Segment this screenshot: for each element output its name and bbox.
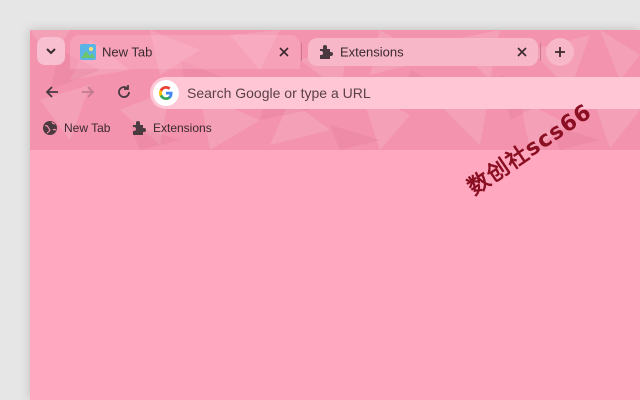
tab-title: Extensions: [340, 44, 404, 60]
tab-extensions[interactable]: Extensions: [308, 38, 538, 66]
browser-window: New Tab Extensions Search Google or type…: [30, 30, 640, 400]
tab-search-button[interactable]: [37, 37, 65, 65]
puzzle-icon: [320, 45, 333, 59]
bookmark-extensions[interactable]: Extensions: [131, 120, 212, 136]
bookmark-new-tab[interactable]: New Tab: [42, 120, 110, 136]
arrow-left-icon: [45, 86, 58, 98]
close-tab-button[interactable]: [276, 44, 292, 60]
reload-button[interactable]: [110, 78, 138, 106]
forward-button[interactable]: [74, 78, 102, 106]
tab-separator: [301, 43, 302, 61]
reload-icon: [118, 85, 130, 98]
tab-title: New Tab: [102, 44, 153, 60]
close-tab-button[interactable]: [514, 44, 530, 60]
close-icon: [279, 47, 289, 57]
tab-separator: [540, 43, 541, 61]
close-icon: [517, 47, 527, 57]
globe-icon: [43, 121, 57, 135]
image-icon: [80, 44, 96, 60]
back-button[interactable]: [38, 78, 66, 106]
plus-icon: [555, 47, 565, 57]
arrow-right-icon: [82, 86, 95, 98]
bookmark-label: Extensions: [153, 121, 212, 135]
omnibox-placeholder: Search Google or type a URL: [187, 85, 371, 101]
puzzle-icon: [133, 121, 146, 135]
tab-new-tab[interactable]: New Tab: [70, 35, 300, 69]
google-logo-icon: [153, 80, 179, 106]
bookmark-label: New Tab: [64, 121, 111, 135]
toolbar: Search Google or type a URL: [30, 72, 640, 112]
chevron-down-icon: [46, 48, 56, 55]
new-tab-button[interactable]: [546, 38, 574, 66]
